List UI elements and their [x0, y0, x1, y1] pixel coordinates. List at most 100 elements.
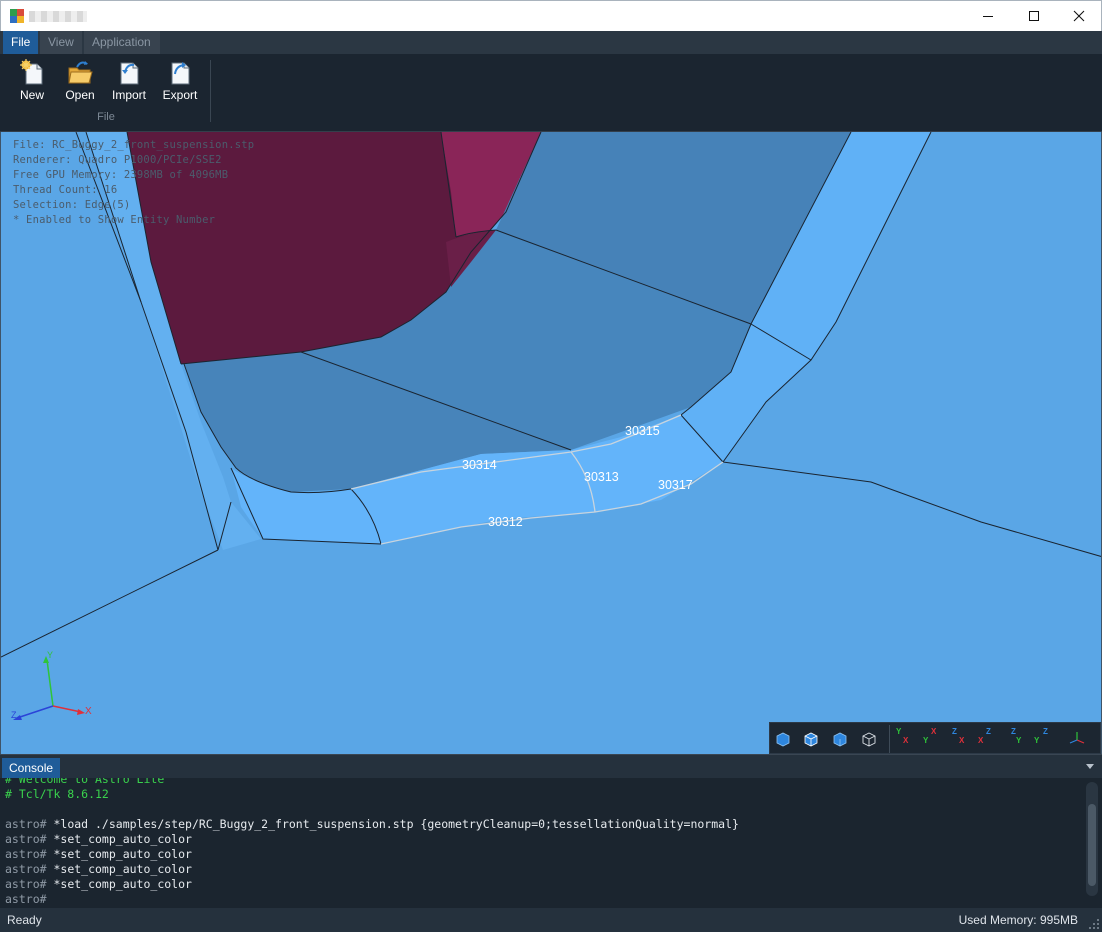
menu-view[interactable]: View: [40, 31, 82, 54]
maximize-button[interactable]: [1011, 1, 1057, 31]
info-file: File: RC_Buggy_2_front_suspension.stp: [13, 139, 255, 151]
console-command: *set_comp_auto_color: [46, 847, 192, 861]
view-bottom-z-label: Z: [986, 727, 991, 736]
console-command: *set_comp_auto_color: [46, 862, 192, 876]
console-command: *set_comp_auto_color: [46, 832, 192, 846]
console-tab[interactable]: Console: [2, 758, 61, 779]
shaded-icon: [776, 732, 790, 747]
console-dropdown-icon[interactable]: [1086, 764, 1094, 769]
console-prompt: astro#: [5, 847, 47, 861]
viewport-info-overlay: File: RC_Buggy_2_front_suspension.stp Re…: [13, 138, 254, 228]
edge-label-30312: 30312: [488, 515, 523, 529]
info-gpu-memory: Free GPU Memory: 2398MB of 4096MB: [13, 169, 229, 181]
console-output: # Welcome to Astro Lite # Tcl/Tk 8.6.12 …: [5, 778, 739, 907]
view-left-button[interactable]: Z Y: [1005, 726, 1029, 752]
status-bar: Ready Used Memory: 995MB: [0, 908, 1102, 932]
view-back-button[interactable]: Y X: [921, 726, 945, 752]
import-icon: [120, 62, 139, 85]
edge-label-30314: 30314: [462, 458, 497, 472]
view-bottom-x-label: X: [978, 736, 984, 745]
console-line: astro# *load ./samples/step/RC_Buggy_2_f…: [5, 817, 739, 832]
view-right-z-label: Z: [1043, 727, 1048, 736]
edge-label-30317: 30317: [658, 478, 693, 492]
wireframe-button[interactable]: [858, 728, 880, 750]
menu-file[interactable]: File: [3, 31, 39, 54]
new-button-label: New: [19, 88, 44, 102]
menu-application[interactable]: Application: [84, 31, 160, 54]
app-logo-icon: [10, 9, 24, 23]
console-line: # Welcome to Astro Lite: [5, 778, 165, 786]
view-top-x-label: X: [959, 736, 965, 745]
ribbon-toolbar: New Open Import Export File: [0, 54, 1102, 132]
view-back-x-label: X: [931, 727, 937, 736]
console-line: astro# *set_comp_auto_color: [5, 847, 739, 862]
console-input-line[interactable]: astro#: [5, 892, 739, 907]
view-left-z-label: Z: [1011, 727, 1016, 736]
iso-view-icon: [1069, 732, 1085, 744]
status-text: Ready: [7, 913, 42, 927]
hidden-line-icon: [833, 732, 847, 747]
window-title-redacted: [29, 11, 87, 22]
info-entity-number: * Enabled to Show Entity Number: [13, 214, 216, 226]
info-thread-count: Thread Count: 16: [13, 184, 118, 196]
hidden-line-button[interactable]: [829, 728, 851, 750]
close-icon: [1073, 10, 1085, 22]
view-left-y-label: Y: [1016, 736, 1022, 745]
open-button[interactable]: Open: [62, 58, 98, 108]
view-top-button[interactable]: Z X: [950, 726, 974, 752]
view-front-x-label: X: [903, 736, 909, 745]
close-button[interactable]: [1056, 1, 1102, 31]
view-right-button[interactable]: Z Y: [1032, 726, 1056, 752]
view-toolbar: Y X Y X Z X Z X Z Y Z Y: [769, 722, 1101, 754]
shaded-button[interactable]: [772, 728, 794, 750]
console-scrollbar-thumb[interactable]: [1088, 804, 1096, 886]
menu-bar: File View Application: [0, 31, 1102, 54]
import-button-label: Import: [111, 88, 146, 102]
console-prompt: astro#: [5, 877, 47, 891]
info-renderer: Renderer: Quadro P1000/PCIe/SSE2: [13, 154, 222, 166]
resize-grip-icon[interactable]: [1088, 918, 1100, 930]
console-prompt: astro#: [5, 832, 47, 846]
export-button-label: Export: [162, 88, 198, 102]
axis-triad-icon: Y X Z: [11, 650, 92, 720]
console-line: astro# *set_comp_auto_color: [5, 862, 739, 877]
edge-label-30313: 30313: [584, 470, 619, 484]
maximize-icon: [1029, 11, 1039, 21]
open-button-label: Open: [65, 88, 95, 102]
console-prompt: astro#: [5, 862, 47, 876]
view-iso-button[interactable]: [1066, 728, 1088, 750]
3d-viewport[interactable]: 30315 30314 30313 30317 30312 File: RC_B…: [0, 132, 1102, 754]
edge-label-30315: 30315: [625, 424, 660, 438]
view-front-button[interactable]: Y X: [894, 726, 918, 752]
shaded-edges-button[interactable]: [800, 728, 822, 750]
export-button[interactable]: Export: [160, 58, 200, 108]
triad-x-label: X: [85, 706, 92, 717]
new-document-icon: [20, 59, 43, 85]
new-button[interactable]: New: [14, 58, 50, 108]
minimize-button[interactable]: [965, 1, 1011, 31]
ribbon-separator: [210, 60, 211, 122]
triad-z-label: Z: [11, 710, 17, 720]
view-toolbar-separator: [889, 725, 890, 753]
console-command: *load ./samples/step/RC_Buggy_2_front_su…: [46, 817, 739, 831]
view-right-y-label: Y: [1034, 736, 1040, 745]
triad-y-label: Y: [47, 650, 53, 660]
console-command: *set_comp_auto_color: [46, 877, 192, 891]
import-button[interactable]: Import: [108, 58, 150, 108]
memory-usage: Used Memory: 995MB: [958, 913, 1078, 927]
view-bottom-button[interactable]: Z X: [976, 726, 1000, 752]
console-prompt: astro#: [5, 892, 47, 906]
shaded-edges-icon: [804, 732, 818, 747]
console-line: astro# *set_comp_auto_color: [5, 832, 739, 847]
export-icon: [171, 62, 190, 85]
console-scrollbar[interactable]: [1086, 782, 1098, 896]
console-line: # Tcl/Tk 8.6.12: [5, 787, 109, 801]
console-panel[interactable]: # Welcome to Astro Lite # Tcl/Tk 8.6.12 …: [0, 778, 1102, 908]
minimize-icon: [983, 16, 993, 17]
view-back-y-label: Y: [923, 736, 929, 745]
wireframe-icon: [862, 732, 876, 747]
ribbon-group-label: File: [97, 111, 115, 123]
view-front-y-label: Y: [896, 727, 902, 736]
open-folder-icon: [68, 61, 93, 84]
